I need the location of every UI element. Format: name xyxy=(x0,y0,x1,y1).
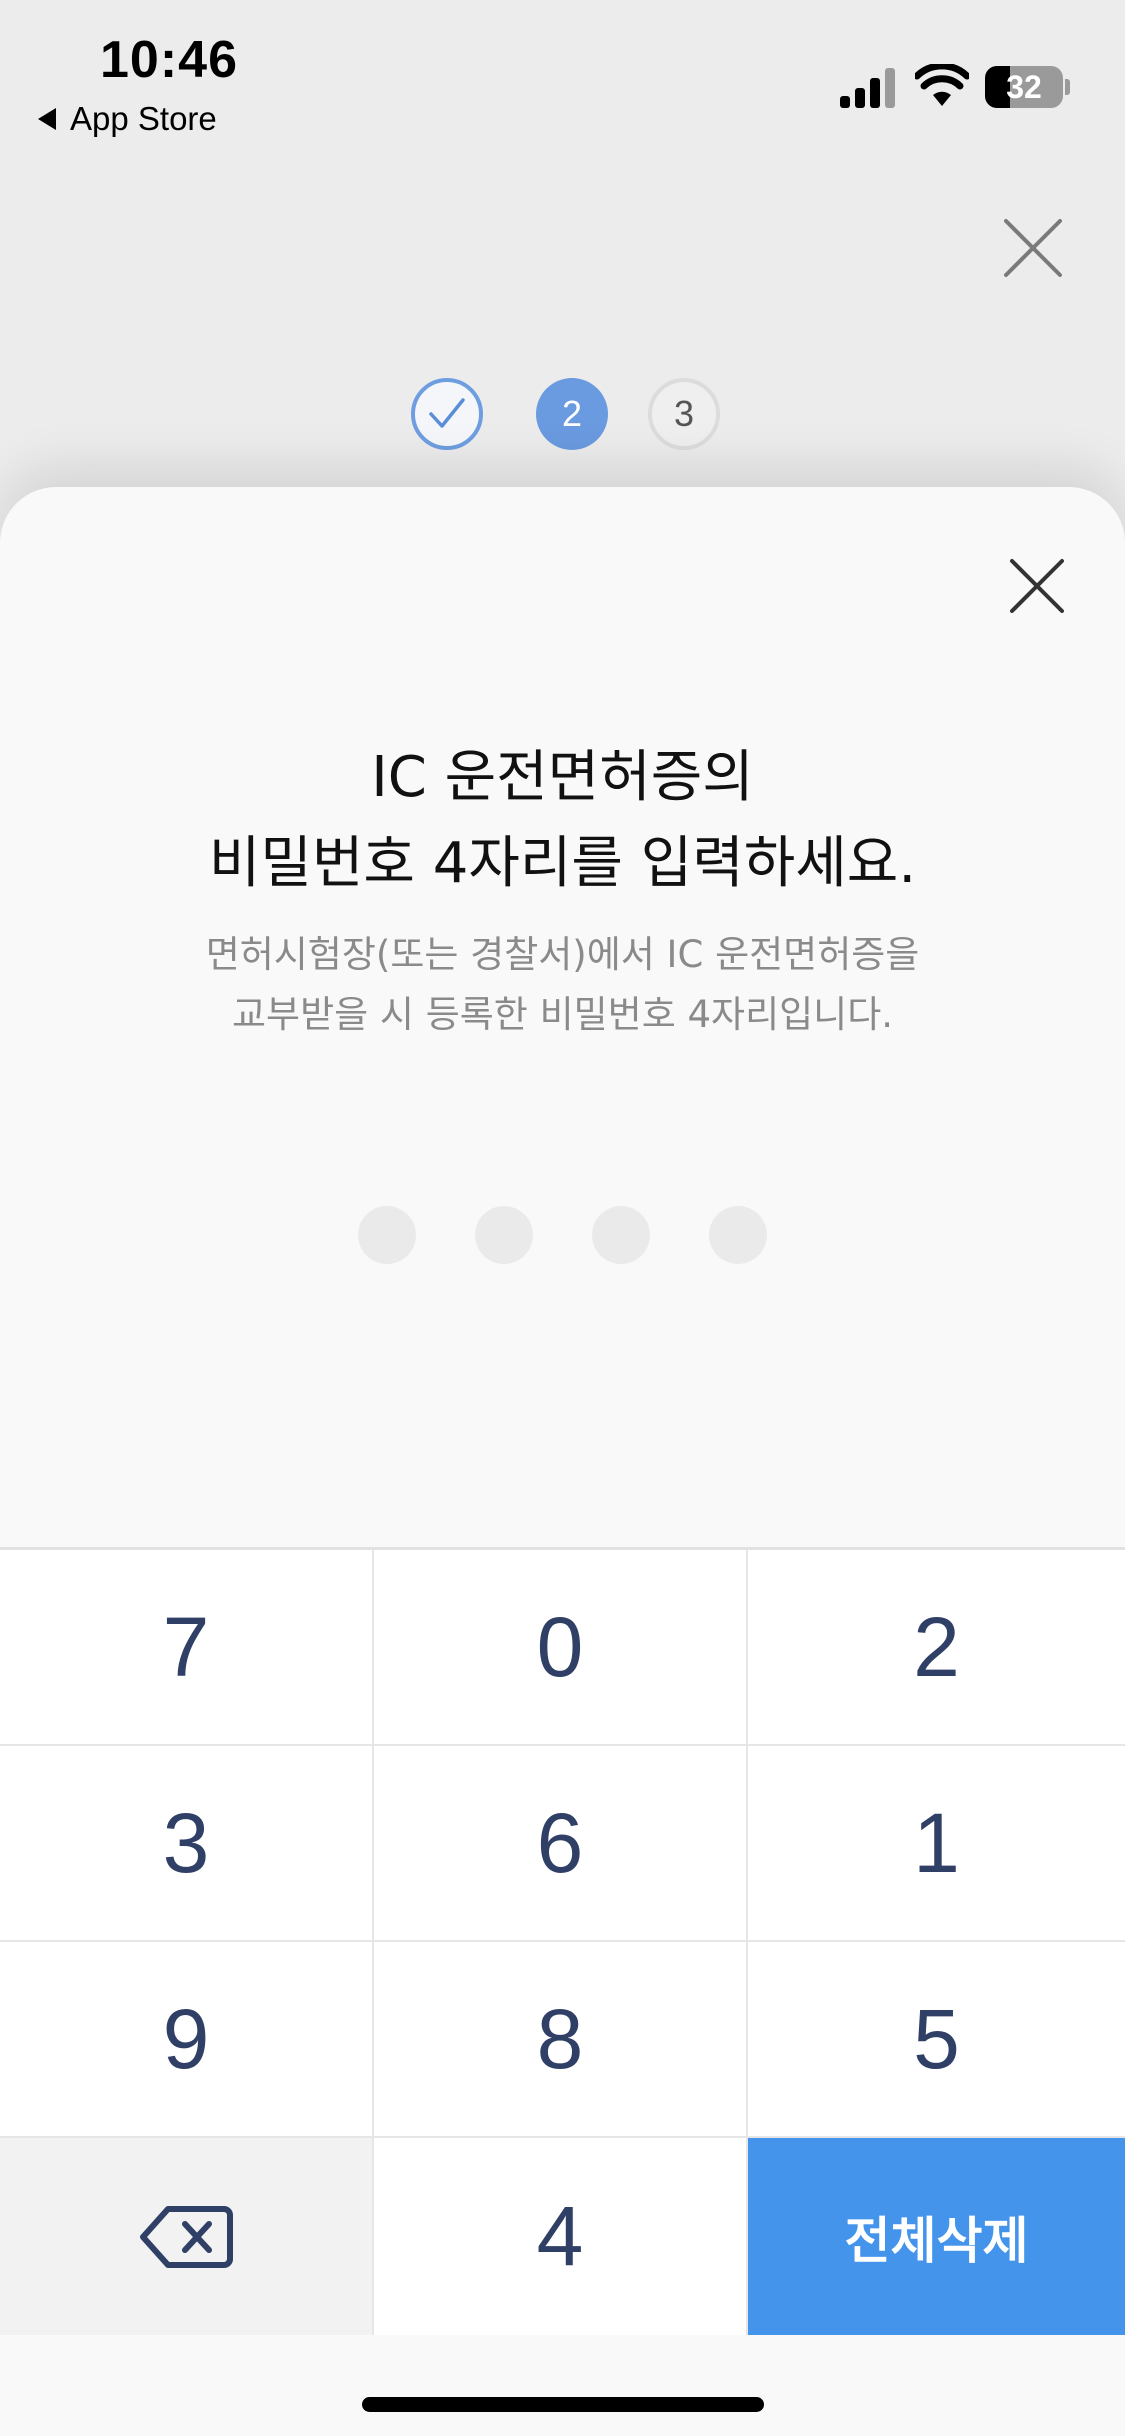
pin-title: IC 운전면허증의 비밀번호 4자리를 입력하세요. xyxy=(0,735,1125,907)
keypad-key[interactable]: 0 xyxy=(374,1550,748,1746)
keypad-key[interactable]: 5 xyxy=(748,1942,1125,2138)
keypad-key[interactable]: 4 xyxy=(374,2138,748,2335)
step-2-indicator: 2 xyxy=(536,378,608,450)
keypad-key[interactable]: 6 xyxy=(374,1746,748,1942)
check-icon xyxy=(429,398,465,428)
back-app-label: App Store xyxy=(70,100,217,137)
close-icon[interactable] xyxy=(1000,215,1066,281)
pin-dot xyxy=(592,1206,650,1264)
pin-dot xyxy=(358,1206,416,1264)
clear-all-button[interactable]: 전체삭제 xyxy=(748,2138,1125,2335)
pin-description-line: 면허시험장(또는 경찰서)에서 IC 운전면허증을 xyxy=(205,933,920,976)
pin-dot xyxy=(709,1206,767,1264)
keypad-key[interactable]: 1 xyxy=(748,1746,1125,1942)
back-to-app-link[interactable]: App Store xyxy=(38,100,217,138)
wifi-icon xyxy=(915,64,969,106)
home-indicator xyxy=(362,2397,764,2412)
step-1-indicator xyxy=(411,378,483,450)
battery-icon: 32 xyxy=(985,66,1063,108)
backspace-icon xyxy=(140,2205,233,2268)
keypad-key[interactable]: 7 xyxy=(0,1550,374,1746)
battery-level: 32 xyxy=(1006,68,1042,105)
pin-title-line: IC 운전면허증의 xyxy=(371,745,754,810)
cellular-signal-icon xyxy=(840,68,895,108)
battery-tip xyxy=(1065,79,1070,95)
keypad-key[interactable]: 3 xyxy=(0,1746,374,1942)
keypad-key[interactable]: 9 xyxy=(0,1942,374,2138)
number-keypad: 7 0 2 3 6 1 9 8 5 4 전체삭제 xyxy=(0,1547,1125,2335)
close-icon[interactable] xyxy=(1006,555,1068,617)
keypad-key[interactable]: 8 xyxy=(374,1942,748,2138)
pin-description: 면허시험장(또는 경찰서)에서 IC 운전면허증을 교부받을 시 등록한 비밀번… xyxy=(0,925,1125,1045)
step-3-indicator: 3 xyxy=(648,378,720,450)
pin-dot xyxy=(475,1206,533,1264)
pin-title-line: 비밀번호 4자리를 입력하세요. xyxy=(208,831,917,896)
backspace-button[interactable] xyxy=(0,2138,374,2335)
back-triangle-icon xyxy=(38,108,56,130)
keypad-key[interactable]: 2 xyxy=(748,1550,1125,1746)
status-time: 10:46 xyxy=(100,31,238,89)
pin-description-line: 교부받을 시 등록한 비밀번호 4자리입니다. xyxy=(231,993,894,1036)
